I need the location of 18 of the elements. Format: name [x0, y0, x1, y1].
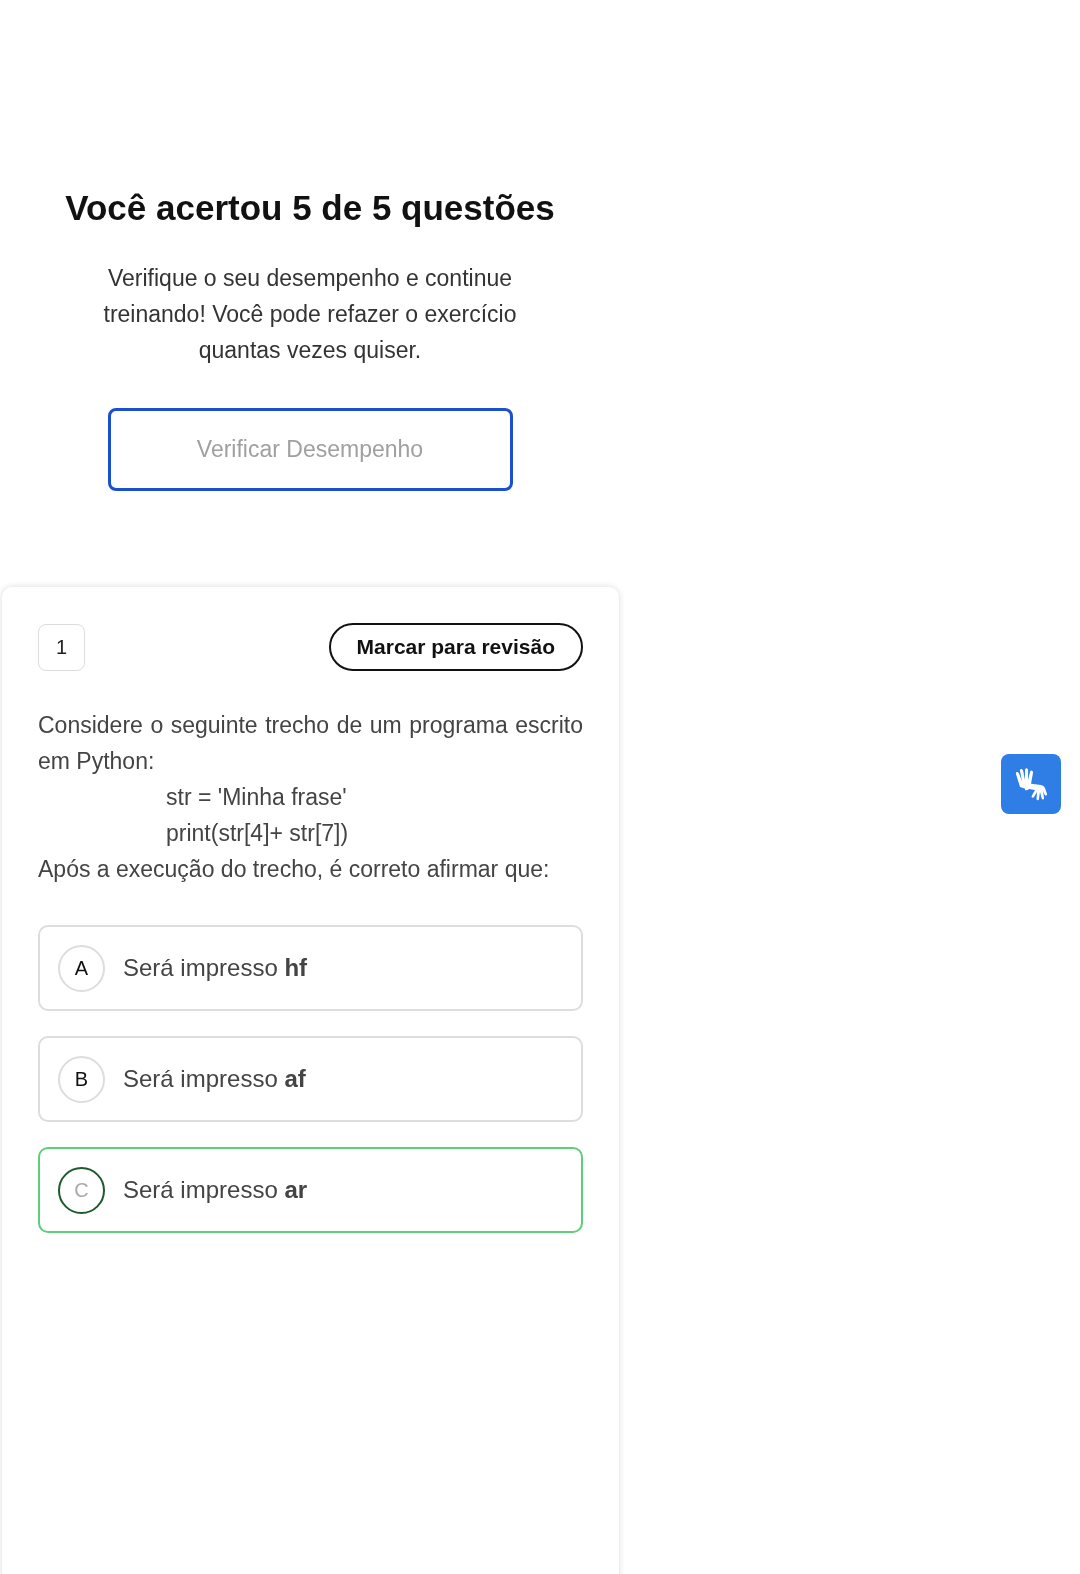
result-title: Você acertou 5 de 5 questões — [65, 188, 555, 228]
mark-for-review-button[interactable]: Marcar para revisão — [328, 623, 583, 671]
code-line: print(str[4]+ str[7]) — [166, 820, 349, 846]
option-letter: B — [58, 1055, 105, 1103]
answer-option[interactable]: A Será impresso hf — [38, 925, 583, 1011]
question-text: Após a execução do trecho, é correto afirmar que: — [38, 855, 551, 884]
option-text: Será impresso hf — [123, 954, 308, 982]
code-line: str = 'Minha frase' — [166, 784, 347, 810]
option-letter: A — [58, 944, 105, 992]
answer-option[interactable]: B Será impresso af — [38, 1036, 583, 1122]
answer-option[interactable]: C Será impresso ar — [38, 1147, 583, 1233]
question-text: Considere o seguinte trecho de um programa escrito em Python: — [38, 711, 583, 776]
sign-language-icon[interactable] — [1001, 754, 1061, 814]
option-letter: C — [58, 1166, 105, 1214]
result-message: Verifique o seu desempenho e continue treinando! Você pode refazer o exercício quantas vezes quiser. — [102, 264, 518, 365]
option-text: Será impresso ar — [123, 1176, 308, 1204]
question-number: 1 — [38, 623, 85, 671]
option-text: Será impresso af — [123, 1065, 306, 1093]
